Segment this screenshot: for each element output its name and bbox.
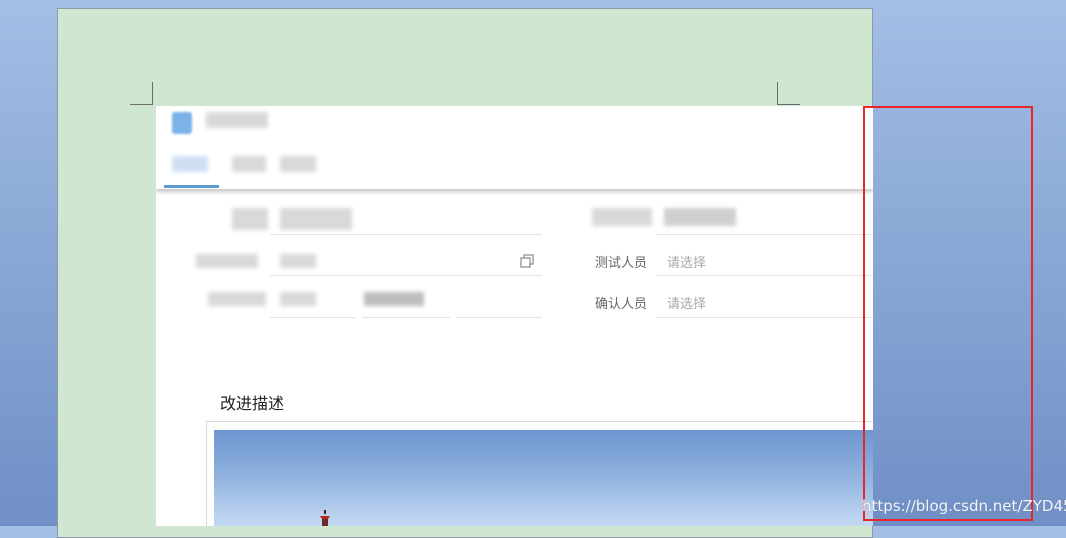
app-header <box>156 106 873 189</box>
tester-select[interactable]: 请选择 <box>667 252 706 271</box>
field-label-redacted <box>208 292 266 306</box>
field-value-redacted <box>280 208 352 230</box>
field-underline <box>656 317 873 318</box>
field-label-redacted <box>232 208 268 230</box>
confirmer-select[interactable]: 请选择 <box>667 293 706 312</box>
field-label-redacted <box>592 208 652 226</box>
copy-icon[interactable] <box>520 254 534 268</box>
section-title: 改进描述 <box>220 394 285 413</box>
field-value-redacted <box>280 292 316 306</box>
field-underline <box>270 317 356 318</box>
highlight-box <box>863 106 1033 521</box>
field-label-redacted <box>196 254 258 268</box>
embedded-photo <box>214 430 873 526</box>
field-value-redacted <box>280 254 316 268</box>
app-name-redacted <box>206 112 268 128</box>
tab-redacted-3[interactable] <box>280 156 316 172</box>
active-tab-indicator <box>164 185 219 188</box>
embedded-screenshot: 测试人员 请选择 确认人员 请选择 改进描述 <box>156 106 873 526</box>
watermark-text: https://blog.csdn.net/ZYD45 <box>862 497 1066 515</box>
field-underline <box>656 275 873 276</box>
field-value-redacted <box>364 292 424 306</box>
field-underline <box>270 275 542 276</box>
tester-label: 测试人员 <box>595 256 648 271</box>
app-logo-icon <box>172 112 192 134</box>
field-value-redacted <box>664 208 736 226</box>
tab-active-redacted[interactable] <box>172 156 208 172</box>
field-underline <box>456 317 542 318</box>
tower-silhouette-icon <box>320 510 330 526</box>
margin-corner-top-left <box>130 82 153 105</box>
field-underline <box>362 317 450 318</box>
field-underline <box>270 234 542 235</box>
margin-corner-top-right <box>777 82 800 105</box>
tab-redacted-2[interactable] <box>232 156 266 172</box>
confirmer-label: 确认人员 <box>595 297 648 312</box>
field-underline <box>656 234 873 235</box>
